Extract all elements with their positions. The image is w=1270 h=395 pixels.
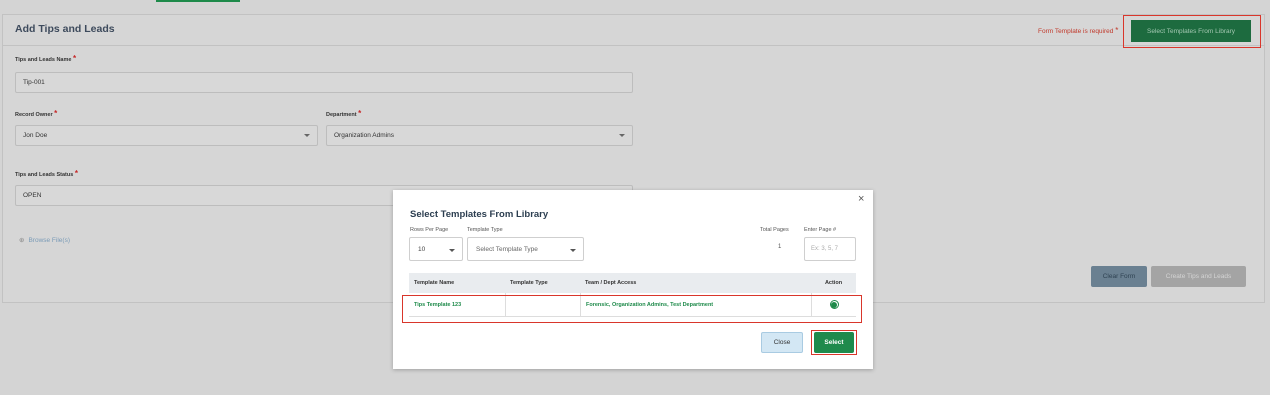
required-asterisk: * xyxy=(74,169,78,178)
tips-leads-status-value: OPEN xyxy=(23,192,42,199)
rows-per-page-value: 10 xyxy=(418,245,426,253)
column-header-action: Action xyxy=(824,280,843,286)
department-select[interactable]: Organization Admins xyxy=(326,125,633,146)
tips-leads-name-label: Tips and Leads Name * xyxy=(15,54,77,64)
department-label: Department * xyxy=(326,109,362,119)
record-owner-label: Record Owner * xyxy=(15,109,58,119)
template-library-modal: × Select Templates From Library Rows Per… xyxy=(393,190,873,369)
required-asterisk: * xyxy=(1115,26,1119,35)
total-pages-label: Total Pages xyxy=(760,227,789,233)
department-label-text: Department xyxy=(326,112,357,118)
close-icon[interactable]: × xyxy=(858,193,864,205)
column-header-template-name: Template Name xyxy=(414,280,455,286)
tips-leads-name-input[interactable]: Tip-001 xyxy=(15,72,633,93)
required-message-text: Form Template is required xyxy=(1038,28,1114,35)
column-header-template-type: Template Type xyxy=(510,280,548,286)
close-button[interactable]: Close xyxy=(761,332,803,353)
modal-title: Select Templates From Library xyxy=(410,209,549,220)
chevron-down-icon xyxy=(619,134,625,137)
page-title: Add Tips and Leads xyxy=(15,23,115,35)
template-type-placeholder: Select Template Type xyxy=(476,245,538,253)
clear-form-button[interactable]: Clear Form xyxy=(1091,266,1147,287)
enter-page-input[interactable]: Ex: 3, 5, 7 xyxy=(804,237,856,261)
attachment-icon: ⊕ xyxy=(19,237,25,244)
select-templates-from-library-button[interactable]: Select Templates From Library xyxy=(1131,20,1251,42)
total-pages-value: 1 xyxy=(778,244,782,250)
selected-row-highlight xyxy=(402,295,862,323)
template-type-select[interactable]: Select Template Type xyxy=(467,237,584,261)
record-owner-label-text: Record Owner xyxy=(15,112,53,118)
department-value: Organization Admins xyxy=(334,132,394,139)
rows-per-page-select[interactable]: 10 xyxy=(409,237,463,261)
chevron-down-icon xyxy=(570,249,576,252)
required-asterisk: * xyxy=(72,54,77,63)
chevron-down-icon xyxy=(449,249,455,252)
active-tab-indicator xyxy=(156,0,240,2)
table-header: Template Name Template Type Team / Dept … xyxy=(409,273,856,293)
tips-leads-name-value: Tip-001 xyxy=(23,79,45,86)
required-asterisk: * xyxy=(358,109,362,118)
tips-leads-status-label: Tips and Leads Status * xyxy=(15,169,78,179)
record-owner-value: Jon Doe xyxy=(23,132,48,139)
browse-files-label: Browse File(s) xyxy=(28,237,70,244)
select-button[interactable]: Select xyxy=(814,332,854,353)
create-tips-leads-button[interactable]: Create Tips and Leads xyxy=(1151,266,1246,287)
rows-per-page-label: Rows Per Page xyxy=(410,227,449,233)
enter-page-label: Enter Page # xyxy=(804,227,837,233)
template-type-label: Template Type xyxy=(467,227,503,233)
required-asterisk: * xyxy=(54,109,58,118)
tips-leads-status-label-text: Tips and Leads Status xyxy=(15,172,74,178)
browse-files-link[interactable]: ⊕ Browse File(s) xyxy=(19,236,70,244)
chevron-down-icon xyxy=(304,134,310,137)
form-template-required-message: Form Template is required * xyxy=(1038,26,1118,35)
tips-leads-name-label-text: Tips and Leads Name xyxy=(15,57,72,63)
record-owner-select[interactable]: Jon Doe xyxy=(15,125,318,146)
column-header-team-access: Team / Dept Access xyxy=(585,280,637,286)
